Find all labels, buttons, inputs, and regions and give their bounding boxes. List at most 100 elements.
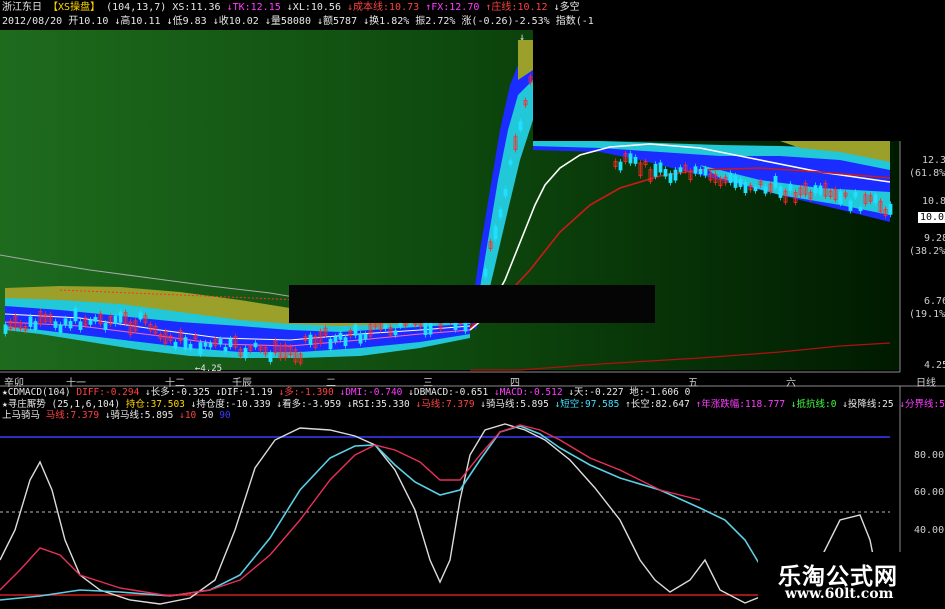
candle [508, 160, 513, 165]
xl-value: ↓XL:10.56 [286, 2, 341, 13]
quote-amplitude: 振2.72% [415, 16, 456, 27]
quote-index: 指数(-1 [555, 16, 594, 27]
candle [68, 321, 73, 329]
candle [673, 169, 678, 181]
indicator-row-1: ★CDMACD(104) DIFF:-0.294 ↓长多:-0.325 ↓DIF… [2, 387, 690, 399]
xs-value: XS:11.36 [172, 2, 221, 13]
dbmacd-value: ↓DBMACD:-0.651 [408, 387, 489, 398]
qmx-value: ↓骑马线:5.895 [480, 399, 549, 410]
quote-low: ↓低9.83 [166, 16, 207, 27]
row3-10-value: ↓10 [179, 410, 197, 421]
osc-axis-label: 40.00 [914, 525, 945, 536]
candle [853, 191, 858, 198]
dmi-value: ↓DMI:-0.740 [339, 387, 403, 398]
price-axis-label: (19.1%) [909, 309, 945, 320]
candle [353, 324, 358, 336]
candle [218, 339, 223, 345]
candle [338, 332, 343, 340]
candle [183, 337, 188, 350]
xunzhuang-params: (25,1,6,104) [51, 399, 121, 410]
quote-volume: ↓量58080 [264, 16, 311, 27]
candle [838, 191, 843, 204]
quote-amount: ↓额5787 [317, 16, 358, 27]
header-line-1: 浙江东日 【XS操盘】 (104,13,7) XS:11.36 ↓TK:12.1… [2, 2, 580, 14]
cdmacd-name[interactable]: ★CDMACD(104) [2, 387, 71, 398]
candle [703, 168, 708, 176]
candle [518, 121, 523, 131]
fx-value: ↑FX:12.70 [425, 2, 480, 13]
kanduo-value: ↓看多:-3.959 [276, 399, 342, 410]
period-selector[interactable]: 日线 [916, 374, 936, 389]
diff-value: DIFF:-0.294 [76, 387, 140, 398]
di-value: 地:-1.606 [629, 387, 679, 398]
blank-region [533, 0, 945, 141]
low-marker: ←4.25 [195, 364, 223, 374]
tk-value: ↓TK:12.15 [226, 2, 281, 13]
candle [858, 207, 863, 212]
nianyi-value: ↑年涨跌幅:118.777 [695, 399, 786, 410]
candle [678, 167, 683, 173]
candle [888, 203, 893, 215]
duankong-value: ↓短空:97.585 [554, 399, 620, 410]
candle [733, 175, 738, 188]
candle [813, 185, 818, 194]
peak-marker: ↓ [519, 32, 526, 43]
quote-date: 2012/08/20 [2, 16, 63, 27]
candle [228, 338, 233, 348]
changkong-value: ↑长空:82.647 [625, 399, 690, 410]
candle [88, 319, 93, 325]
candle [58, 324, 63, 333]
candle [383, 324, 388, 329]
row3-90-value: 90 [219, 410, 231, 421]
candlestick-chart[interactable] [0, 0, 945, 609]
cost-value: ↓成本线:10.73 [347, 2, 420, 13]
duo-value: ↓多:-1.390 [278, 387, 334, 398]
time-axis-label: 六 [786, 378, 796, 389]
candle [628, 153, 633, 164]
candle [658, 162, 663, 173]
indicator-row-3: 上马骑马 马线:7.379 ↓骑马线:5.895 ↓10 50 90 [2, 410, 231, 422]
candle [53, 321, 58, 328]
price-axis-label: 6.76 [924, 296, 945, 307]
candle [73, 308, 78, 322]
row3-qmx-value: ↓骑马线:5.895 [104, 410, 174, 421]
redaction-block [289, 285, 655, 323]
quote-high: ↓高10.11 [114, 16, 161, 27]
candle [498, 209, 503, 218]
candle [423, 321, 428, 335]
candle [363, 333, 368, 340]
chicangdu-value: ↓持仓度:-10.339 [190, 399, 271, 410]
candle [333, 336, 338, 342]
candle [463, 321, 468, 332]
candle [773, 175, 778, 188]
candle [308, 334, 313, 345]
candle [788, 183, 793, 191]
row3-mx-value: 马线:7.379 [45, 410, 100, 421]
candle [223, 346, 228, 352]
rsi-value: ↓RSI:35.330 [346, 399, 410, 410]
candle [103, 322, 108, 331]
candle [268, 352, 273, 362]
candle [873, 194, 878, 204]
xunzhuang-name[interactable]: ★寻庄厮势 [2, 399, 46, 410]
quote-turnover: ↓换1.82% [363, 16, 410, 27]
candle [208, 342, 213, 348]
candle [818, 185, 823, 195]
candle [753, 186, 758, 192]
indicator-params: (104,13,7) [106, 2, 167, 13]
shangma-name[interactable]: 上马骑马 [2, 410, 40, 421]
candle [328, 338, 333, 350]
tian-value: ↓天:-0.227 [568, 387, 624, 398]
osc-axis-label: 80.00 [914, 450, 945, 461]
candle [33, 321, 38, 330]
candle [118, 311, 123, 323]
candle [738, 178, 743, 187]
candle [483, 268, 488, 277]
candle [113, 315, 118, 324]
row3-50-value: 50 [202, 410, 214, 421]
stock-name: 浙江东日 [2, 2, 42, 13]
candle [188, 343, 193, 350]
candle [78, 321, 83, 330]
indicator-name[interactable]: 【XS操盘】 [48, 2, 100, 13]
candle [848, 200, 853, 211]
